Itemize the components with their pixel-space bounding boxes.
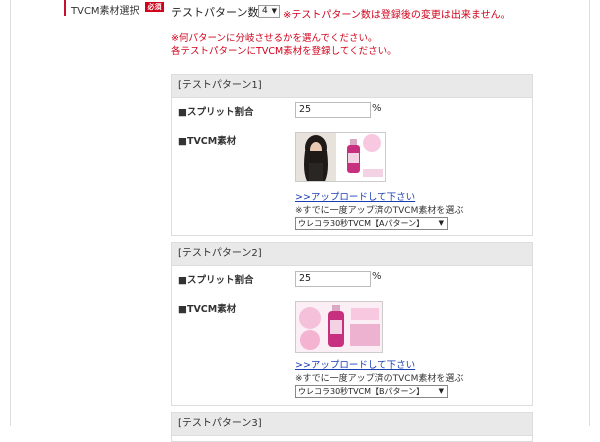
required-badge: 必須 xyxy=(145,2,164,12)
split-ratio-input[interactable]: 25 xyxy=(295,102,371,118)
row-accent-bar xyxy=(64,0,66,16)
existing-material-note: ※すでに一度アップ済のTVCM素材を選ぶ xyxy=(295,374,464,384)
chevron-down-icon: ▼ xyxy=(271,7,277,15)
material-select-value: ウレコラ30秒TVCM【Bパターン】 xyxy=(298,387,425,396)
material-select[interactable]: ウレコラ30秒TVCM【Aパターン】 ▼ xyxy=(295,217,448,230)
split-ratio-label: ■スプリット割合 xyxy=(178,107,254,118)
row-label: TVCM素材選択 xyxy=(71,6,140,17)
tvcm-material-label: ■TVCM素材 xyxy=(178,304,237,315)
pattern-title: [テストパターン2] xyxy=(172,243,532,266)
chevron-down-icon: ▼ xyxy=(438,219,444,227)
material-select-value: ウレコラ30秒TVCM【Aパターン】 xyxy=(298,219,425,228)
tvcm-thumbnail-image xyxy=(296,133,385,181)
split-ratio-input[interactable]: 25 xyxy=(295,271,371,287)
pattern-title: [テストパターン3] xyxy=(172,413,532,436)
percent-sign: % xyxy=(372,271,382,282)
pattern-count-value: 4 xyxy=(262,6,268,16)
tvcm-material-label: ■TVCM素材 xyxy=(178,136,237,147)
pattern-count-note: ※テストパターン数は登録後の変更は出来ません。 xyxy=(283,10,511,21)
percent-sign: % xyxy=(372,103,382,114)
pattern-count-label: テストパターン数 xyxy=(171,6,259,19)
pattern-count-select[interactable]: 4 ▼ xyxy=(258,5,280,18)
existing-material-note: ※すでに一度アップ済のTVCM素材を選ぶ xyxy=(295,206,464,216)
test-pattern-panel-1: [テストパターン1] ■スプリット割合 25 % ■TVCM素材 >>アップロー… xyxy=(171,74,533,236)
material-thumbnail xyxy=(295,132,386,182)
upload-link[interactable]: >>アップロードして下さい xyxy=(295,189,415,203)
chevron-down-icon: ▼ xyxy=(438,387,444,395)
pattern-title: [テストパターン1] xyxy=(172,75,532,98)
material-thumbnail xyxy=(295,301,383,353)
test-pattern-panel-2: [テストパターン2] ■スプリット割合 25 % ■TVCM素材 >>アップロー… xyxy=(171,242,533,406)
instruction-line-1: ※何パターンに分岐させるかを選んでください。 xyxy=(171,33,378,44)
tvcm-thumbnail-image xyxy=(296,302,382,352)
test-pattern-panel-3: [テストパターン3] xyxy=(171,412,533,442)
split-ratio-label: ■スプリット割合 xyxy=(178,275,254,286)
upload-link[interactable]: >>アップロードして下さい xyxy=(295,357,415,371)
instruction-line-2: 各テストパターンにTVCM素材を登録してください。 xyxy=(171,46,397,57)
material-select[interactable]: ウレコラ30秒TVCM【Bパターン】 ▼ xyxy=(295,385,448,398)
